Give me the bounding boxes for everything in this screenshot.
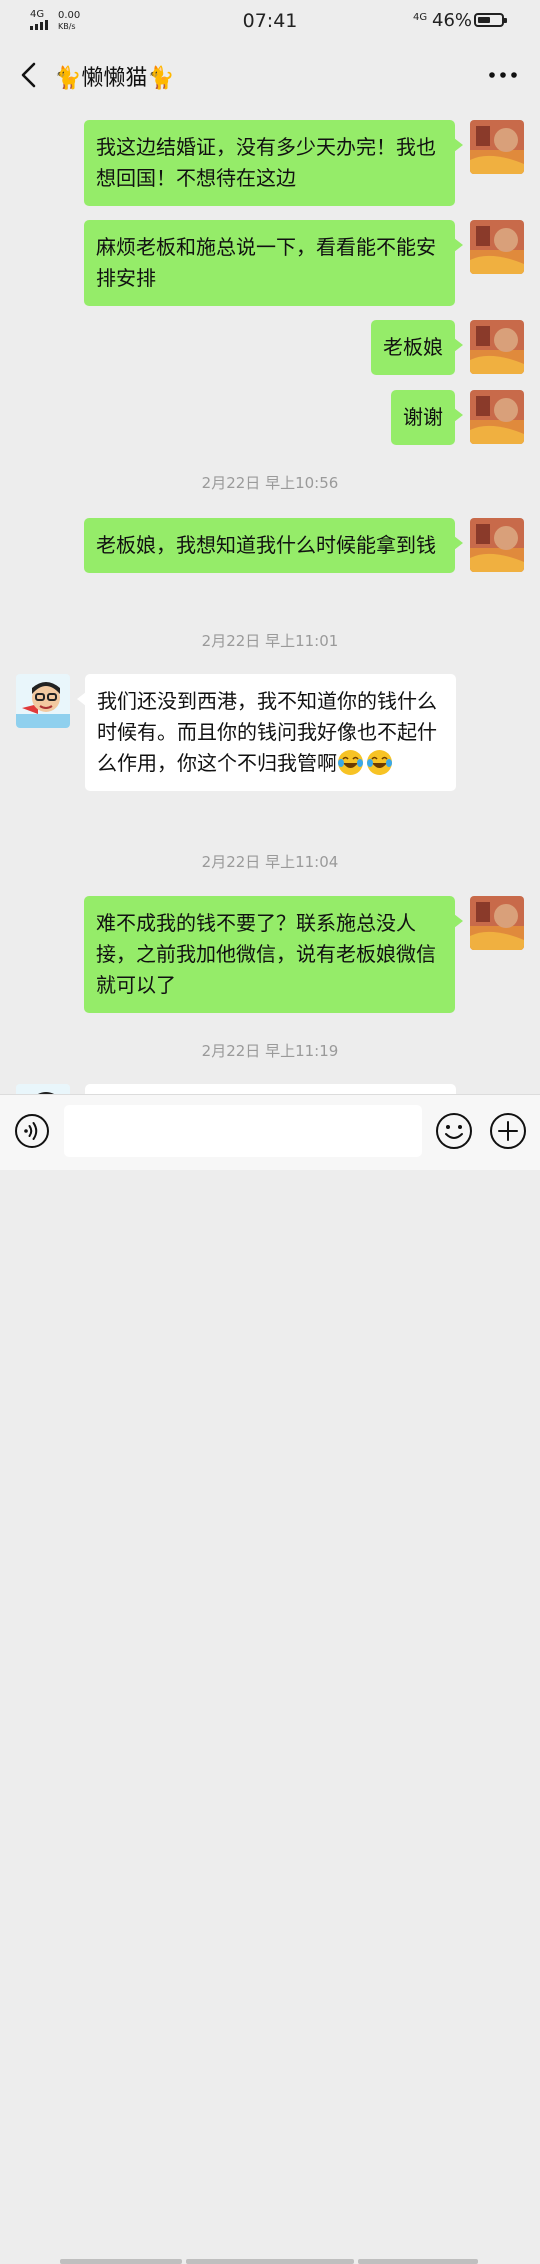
message-list[interactable]: 我这边结婚证，没有多少天办完！我也想回国！不想待在这边 麻烦老板和施总说一下，看… (0, 108, 540, 1094)
my-avatar[interactable] (470, 120, 524, 174)
battery-percent: 46% (432, 10, 473, 31)
my-avatar[interactable] (470, 220, 524, 274)
input-bar (0, 1094, 540, 2264)
contact-avatar[interactable] (16, 1084, 70, 1094)
voice-icon[interactable] (14, 1113, 50, 1149)
laughing-crying-emoji-icon (338, 750, 363, 775)
my-avatar[interactable] (470, 320, 524, 374)
scroll-indicator (60, 2259, 182, 2264)
message-timestamp: 2月22日 早上10:56 (201, 474, 339, 492)
contact-message-bubble[interactable]: 我们还没到西港，我不知道你的钱什么时候有。而且你的钱问我好像也不起什么作用，你这… (77, 674, 456, 791)
my-message-bubble[interactable]: 谢谢 (391, 390, 463, 445)
my-avatar[interactable] (470, 390, 524, 444)
contact-avatar[interactable] (16, 674, 70, 728)
my-message-bubble[interactable]: 难不成我的钱不要了？联系施总没人接，之前我加他微信，说有老板娘微信就可以了 (84, 896, 463, 1013)
status-bar: 4G 0.00 KB/s 07:41 4G 46% (0, 0, 540, 42)
chat-header: 🐈懒懒猫🐈 (0, 42, 540, 108)
message-input[interactable] (64, 1105, 422, 1157)
message-timestamp: 2月22日 早上11:19 (201, 1042, 339, 1060)
my-avatar[interactable] (470, 518, 524, 572)
message-timestamp: 2月22日 早上11:04 (201, 853, 339, 871)
battery-icon (474, 13, 507, 27)
smiley-icon[interactable] (434, 1111, 474, 1151)
chevron-left-icon[interactable] (14, 58, 44, 92)
chat-title: 🐈懒懒猫🐈 (54, 66, 175, 91)
contact-message-bubble[interactable] (85, 1084, 456, 1094)
network-type-right: 4G (413, 12, 428, 23)
laughing-crying-emoji-icon (367, 750, 392, 775)
message-timestamp: 2月22日 早上11:01 (201, 632, 339, 650)
scroll-indicator (186, 2259, 354, 2264)
scroll-indicator (358, 2259, 478, 2264)
my-message-bubble[interactable]: 老板娘 (371, 320, 463, 375)
my-message-bubble[interactable]: 我这边结婚证，没有多少天办完！我也想回国！不想待在这边 (84, 120, 463, 206)
my-avatar[interactable] (470, 896, 524, 950)
more-dots-icon[interactable] (486, 64, 520, 86)
my-message-bubble[interactable]: 老板娘，我想知道我什么时候能拿到钱 (84, 518, 463, 573)
plus-circle-icon[interactable] (488, 1111, 528, 1151)
my-message-bubble[interactable]: 麻烦老板和施总说一下，看看能不能安排安排 (84, 220, 463, 306)
